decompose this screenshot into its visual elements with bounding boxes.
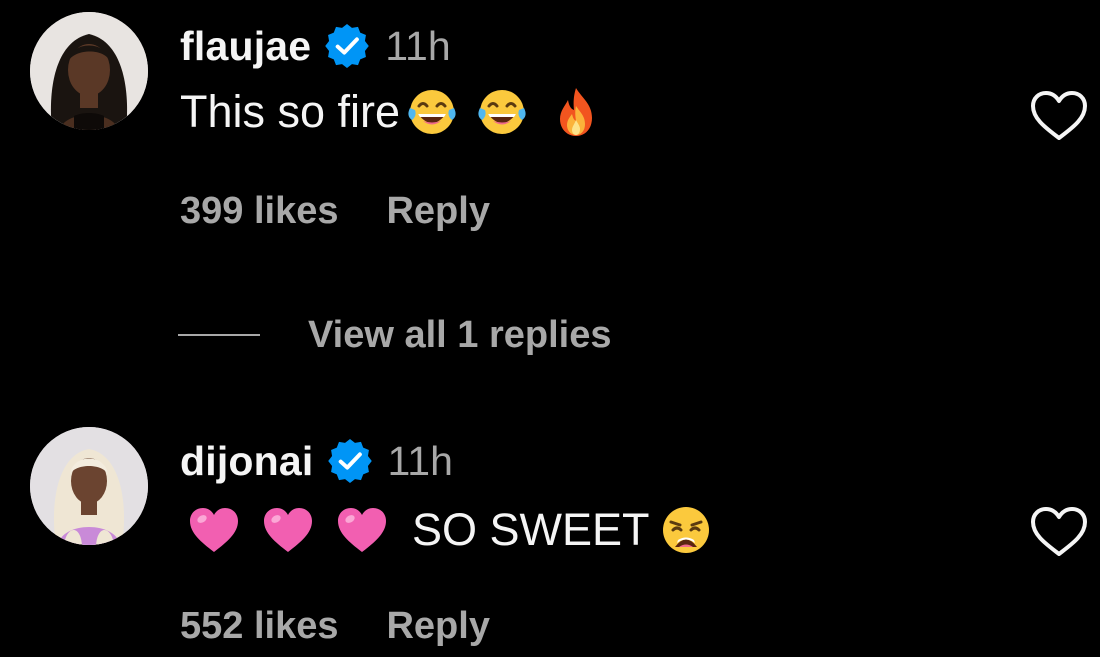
comment-meta: 552 likes Reply <box>180 601 490 651</box>
divider-line <box>178 334 260 336</box>
comment-text: SO SWEET <box>180 498 714 562</box>
comment-text: This so fire <box>180 80 604 144</box>
comment-header: flaujae 11h <box>180 18 451 74</box>
avatar[interactable] <box>30 12 148 130</box>
comment-time: 11h <box>387 437 453 484</box>
heart-outline-icon <box>1031 91 1087 140</box>
weary-face-emoji <box>658 502 714 558</box>
like-heart-button[interactable] <box>1028 88 1090 144</box>
view-replies-label: View all 1 replies <box>308 313 612 356</box>
likes-count[interactable]: 552 likes <box>180 605 338 648</box>
reply-button[interactable]: Reply <box>386 190 489 233</box>
reply-button[interactable]: Reply <box>386 605 489 648</box>
username[interactable]: flaujae <box>180 23 311 70</box>
fire-emoji <box>548 84 604 140</box>
likes-count[interactable]: 399 likes <box>180 190 338 233</box>
comment-meta: 399 likes Reply <box>180 186 490 236</box>
pink-heart-emoji <box>260 502 316 558</box>
comment-time: 11h <box>385 22 451 69</box>
comment-header: dijonai 11h <box>180 433 453 489</box>
heart-outline-icon <box>1031 507 1087 556</box>
view-replies-button[interactable]: View all 1 replies <box>178 310 611 360</box>
like-heart-button[interactable] <box>1028 504 1090 560</box>
tears-of-joy-emoji <box>404 84 460 140</box>
pink-heart-emoji <box>186 502 242 558</box>
comment-text-content: SO SWEET <box>412 504 650 555</box>
comments-section: flaujae 11h This so fire 399 likes Reply… <box>0 0 1100 657</box>
comment-text-content: This so fire <box>180 86 401 137</box>
avatar-image <box>30 12 148 130</box>
tears-of-joy-emoji <box>474 84 530 140</box>
avatar-image <box>30 427 148 545</box>
verified-badge-icon <box>325 24 370 68</box>
verified-badge-icon <box>327 439 372 483</box>
username[interactable]: dijonai <box>180 438 314 485</box>
pink-heart-emoji <box>334 502 390 558</box>
avatar[interactable] <box>30 427 148 545</box>
